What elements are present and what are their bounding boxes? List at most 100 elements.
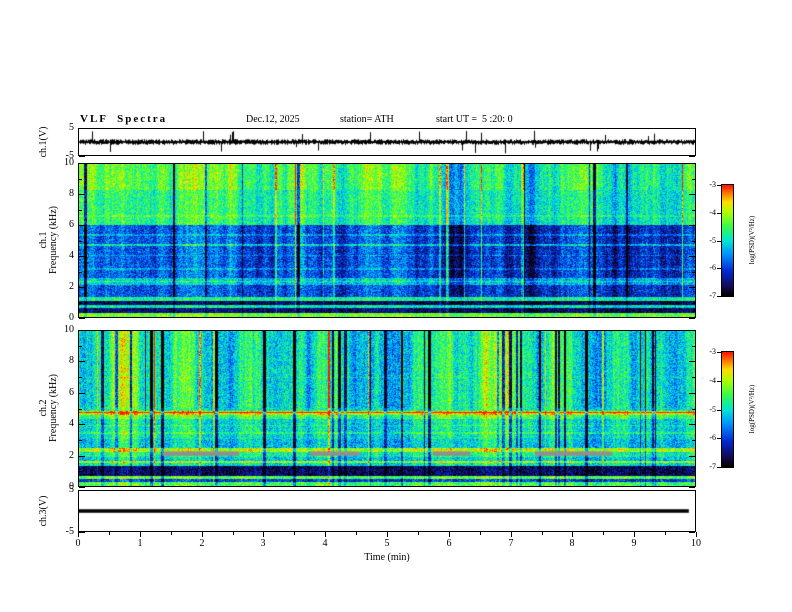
- y-axis-tick: [79, 156, 85, 157]
- colorbar-tick: [717, 467, 721, 468]
- x-axis-minor-tick: [603, 532, 604, 535]
- axis-label-text: ch.1(V): [38, 126, 49, 158]
- colorbar-tick-label: -5: [709, 236, 716, 245]
- y-tick-label: 4: [69, 250, 74, 261]
- x-axis-tick: [387, 532, 388, 537]
- colorbar-tick-label: -3: [709, 180, 716, 189]
- y-tick-label: 2: [69, 281, 74, 292]
- y-axis-tick: [689, 194, 695, 195]
- plot-start-time: start UT = 5 :20: 0: [436, 114, 513, 125]
- y-axis-minor-tick: [79, 241, 82, 242]
- colorbar-2-label: log(PSD)(V²/Hz): [748, 384, 756, 434]
- x-tick-label: 4: [322, 538, 328, 549]
- x-axis-minor-tick: [109, 532, 110, 535]
- y-axis-tick: [79, 318, 85, 319]
- x-axis-minor-tick: [356, 532, 357, 535]
- colorbar-tick: [717, 241, 721, 242]
- y-axis-tick: [79, 128, 85, 129]
- colorbar-tick: [717, 352, 721, 353]
- x-axis-minor-tick: [542, 532, 543, 535]
- x-tick-label: 0: [75, 538, 81, 549]
- x-axis-tick: [511, 532, 512, 537]
- y-axis-minor-tick: [79, 179, 82, 180]
- y-tick-label: 2: [69, 450, 74, 461]
- y-axis-minor-tick: [79, 440, 82, 441]
- y-axis-minor-tick: [692, 440, 695, 441]
- y-tick-label: 5: [69, 122, 74, 133]
- colorbar-tick: [717, 410, 721, 411]
- y-axis-tick: [689, 490, 695, 491]
- y-axis-minor-tick: [79, 272, 82, 273]
- x-axis-minor-tick: [171, 532, 172, 535]
- y-axis-tick: [689, 225, 695, 226]
- colorbar-tick: [717, 185, 721, 186]
- ch1-spectrogram-panel: [78, 163, 696, 318]
- x-axis-tick: [202, 532, 203, 537]
- y-axis-minor-tick: [692, 272, 695, 273]
- x-axis-tick: [696, 532, 697, 537]
- y-axis-tick: [79, 225, 85, 226]
- colorbar-tick: [717, 296, 721, 297]
- colorbar-tick-label: -6: [709, 433, 716, 442]
- y-axis-minor-tick: [692, 377, 695, 378]
- y-axis-tick: [79, 256, 85, 257]
- colorbar-tick-label: -3: [709, 347, 716, 356]
- axis-label-line: Frequency (kHz): [48, 205, 59, 275]
- x-tick-label: 7: [508, 538, 514, 549]
- colorbar-1: [721, 184, 734, 297]
- axis-label-text: ch.3(V): [38, 495, 49, 527]
- x-tick-label: 10: [691, 538, 701, 549]
- y-tick-label: 6: [69, 387, 74, 398]
- y-axis-tick: [689, 424, 695, 425]
- y-tick-label: 5: [69, 484, 74, 495]
- y-axis-tick: [79, 456, 85, 457]
- y-axis-tick: [689, 330, 695, 331]
- x-tick-label: 3: [260, 538, 266, 549]
- y-axis-tick: [689, 318, 695, 319]
- y-axis-minor-tick: [79, 377, 82, 378]
- colorbar-1-label: log(PSD)(V²/Hz): [748, 215, 756, 265]
- x-tick-label: 6: [446, 538, 452, 549]
- x-axis-minor-tick: [418, 532, 419, 535]
- x-tick-label: 5: [384, 538, 390, 549]
- y-axis-tick: [689, 456, 695, 457]
- ch2-spectrogram-panel: [78, 330, 696, 487]
- y-axis-minor-tick: [79, 346, 82, 347]
- x-axis-tick: [140, 532, 141, 537]
- x-axis-tick: [325, 532, 326, 537]
- y-axis-minor-tick: [692, 409, 695, 410]
- y-tick-label: -5: [65, 526, 74, 537]
- y-axis-tick: [79, 330, 85, 331]
- x-axis-minor-tick: [294, 532, 295, 535]
- colorbar-tick-label: -7: [709, 291, 716, 300]
- y-tick-label: 10: [64, 324, 74, 335]
- colorbar-tick-label: -6: [709, 263, 716, 272]
- y-axis-tick: [79, 490, 85, 491]
- x-tick-label: 8: [569, 538, 575, 549]
- y-tick-label: 8: [69, 355, 74, 366]
- y-axis-tick: [689, 156, 695, 157]
- y-axis-minor-tick: [692, 346, 695, 347]
- y-axis-minor-tick: [692, 210, 695, 211]
- y-axis-tick: [689, 287, 695, 288]
- ch1-waveform-canvas: [79, 129, 695, 155]
- y-axis-tick: [79, 487, 85, 488]
- x-tick-label: 1: [137, 538, 143, 549]
- x-tick-label: 9: [631, 538, 637, 549]
- x-axis-tick: [263, 532, 264, 537]
- x-axis-tick: [634, 532, 635, 537]
- colorbar-1-canvas: [722, 185, 733, 296]
- colorbar-tick-label: -5: [709, 405, 716, 414]
- y-axis-minor-tick: [79, 409, 82, 410]
- colorbar-tick: [717, 438, 721, 439]
- y-axis-tick: [689, 532, 695, 533]
- y-axis-minor-tick: [692, 303, 695, 304]
- plot-station: station= ATH: [340, 114, 394, 125]
- ch3-voltage-axis-label: ch.3(V): [38, 495, 49, 527]
- y-axis-tick: [79, 393, 85, 394]
- x-axis-minor-tick: [665, 532, 666, 535]
- x-tick-label: 2: [199, 538, 205, 549]
- colorbar-tick-label: -4: [709, 376, 716, 385]
- y-axis-tick: [79, 163, 85, 164]
- x-axis-minor-tick: [233, 532, 234, 535]
